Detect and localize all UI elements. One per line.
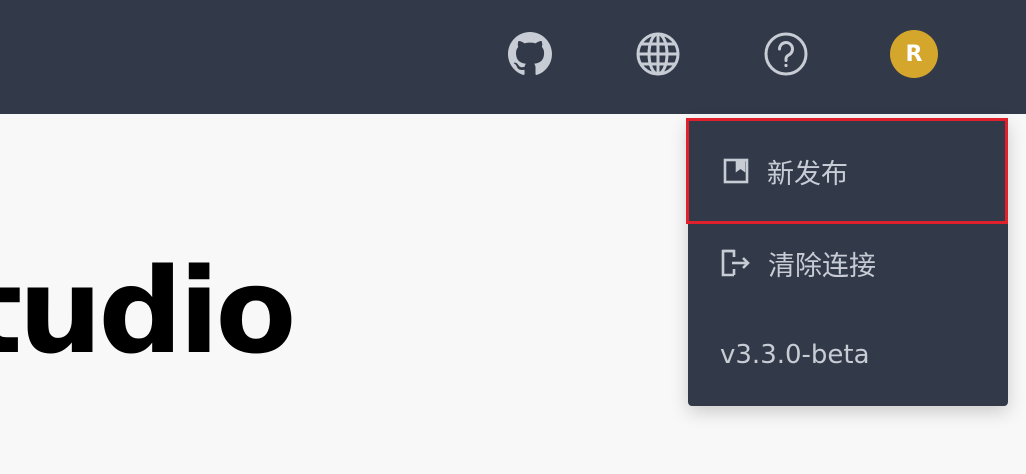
- top-navigation-bar: R: [0, 0, 1026, 114]
- github-icon[interactable]: [507, 31, 553, 77]
- avatar[interactable]: R: [890, 30, 938, 78]
- user-dropdown-menu: 新发布 清除连接 v3.3.0-beta: [686, 118, 1008, 406]
- globe-icon[interactable]: [635, 31, 681, 77]
- hero-title: tudio: [0, 242, 296, 380]
- menu-item-label: 清除连接: [768, 250, 876, 282]
- avatar-initial: R: [905, 41, 923, 67]
- logout-icon: [720, 248, 750, 278]
- menu-item-new-release[interactable]: 新发布: [686, 118, 1008, 224]
- menu-item-clear-connection[interactable]: 清除连接: [688, 215, 1008, 311]
- release-icon: [721, 156, 751, 186]
- help-icon[interactable]: [763, 31, 809, 77]
- menu-item-label: 新发布: [767, 158, 848, 190]
- version-label: v3.3.0-beta: [720, 340, 870, 370]
